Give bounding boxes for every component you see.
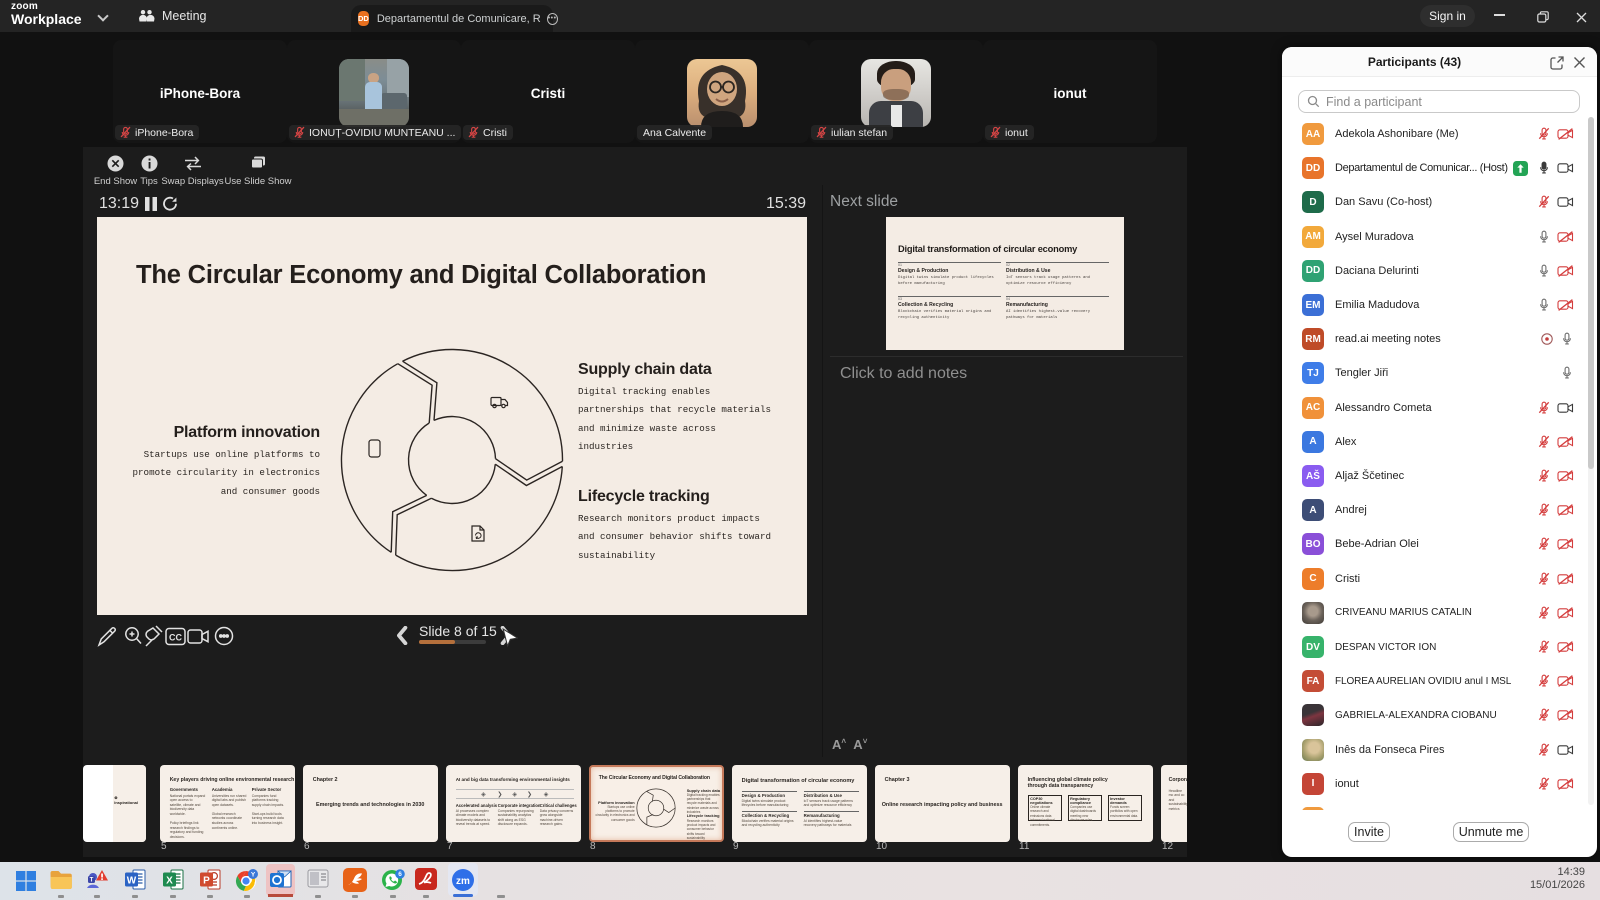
svg-text:6: 6 <box>398 871 402 878</box>
svg-text:X: X <box>166 876 173 887</box>
svg-text:P: P <box>203 876 210 887</box>
svg-text:W: W <box>127 876 137 887</box>
svg-text:T: T <box>90 878 94 884</box>
svg-text:Y: Y <box>251 871 256 878</box>
svg-text:zm: zm <box>456 876 470 887</box>
svg-text:CC: CC <box>169 633 182 643</box>
